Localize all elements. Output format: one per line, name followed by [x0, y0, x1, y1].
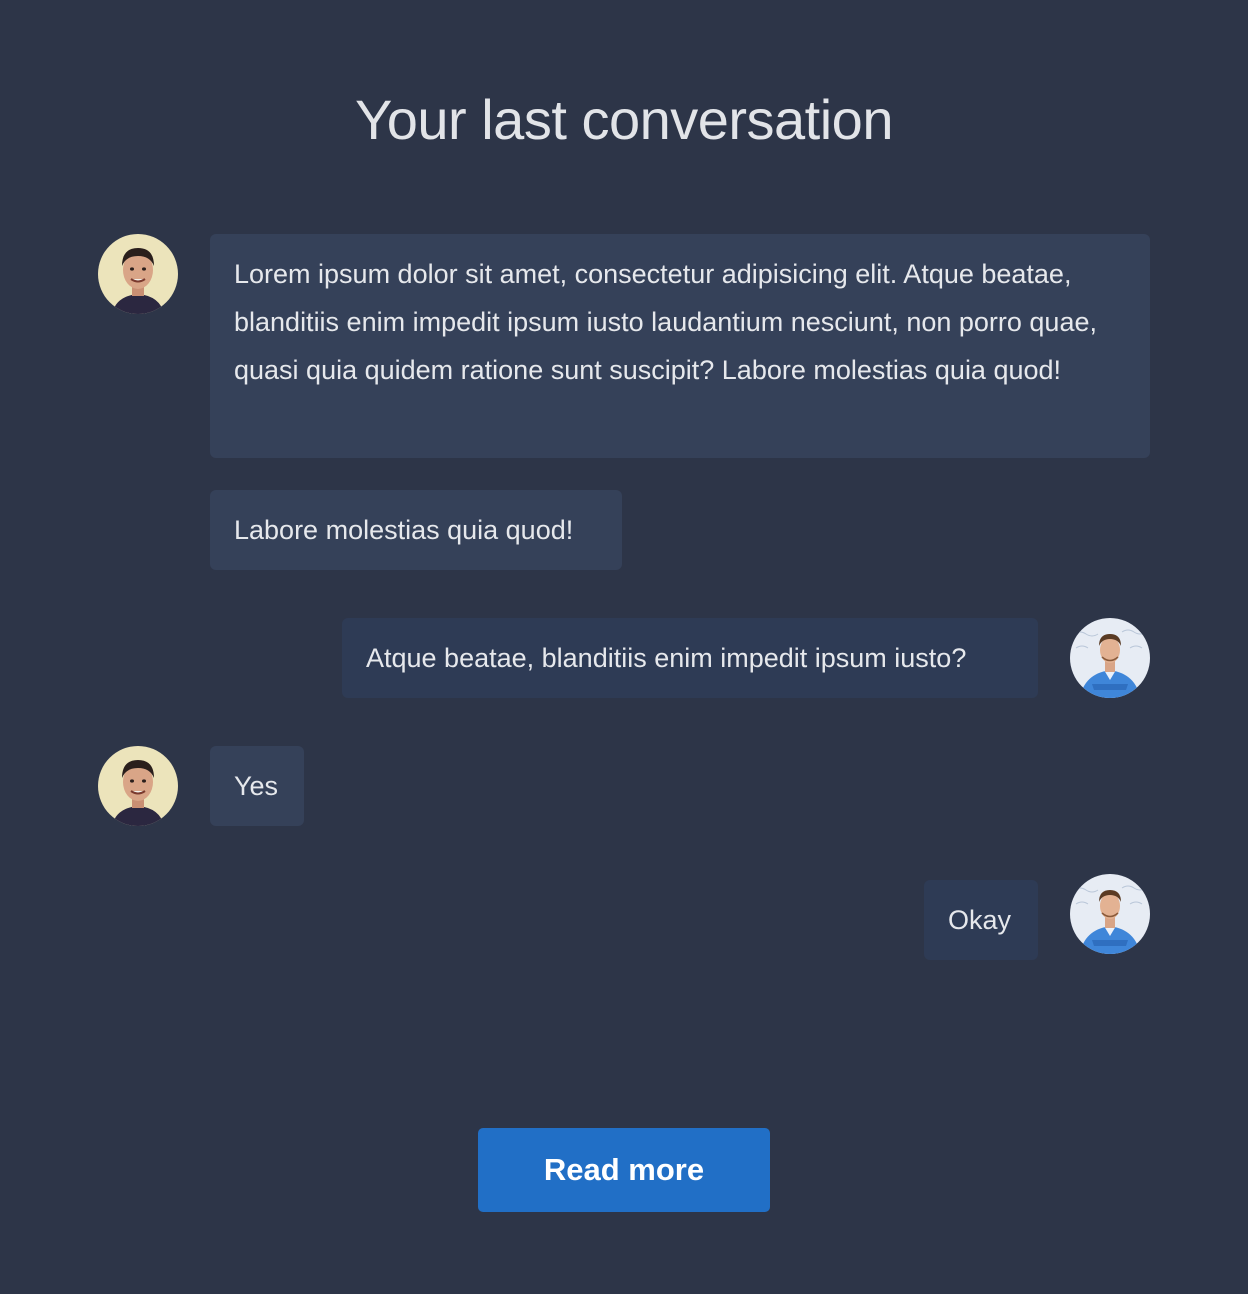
- page-title: Your last conversation: [355, 88, 893, 151]
- contact-avatar-icon: [98, 234, 178, 314]
- message-text: Lorem ipsum dolor sit amet, consectetur …: [234, 259, 1097, 385]
- message-text: Labore molestias quia quod!: [234, 515, 574, 545]
- user-avatar-icon: [1070, 874, 1150, 954]
- user-avatar-icon: [1070, 618, 1150, 698]
- message-text: Okay: [948, 905, 1012, 935]
- message-bubble-user: Okay: [924, 880, 1038, 960]
- message-bubble-contact: Yes: [210, 746, 304, 826]
- message-bubble-user: Atque beatae, blanditiis enim impedit ip…: [342, 618, 1038, 698]
- contact-avatar-icon: [98, 746, 178, 826]
- message-text: Atque beatae, blanditiis enim impedit ip…: [366, 643, 967, 673]
- message-bubble-contact: Labore molestias quia quod!: [210, 490, 622, 570]
- message-bubble-contact: Lorem ipsum dolor sit amet, consectetur …: [210, 234, 1150, 458]
- read-more-button[interactable]: Read more: [478, 1128, 770, 1212]
- message-text: Yes: [234, 771, 279, 801]
